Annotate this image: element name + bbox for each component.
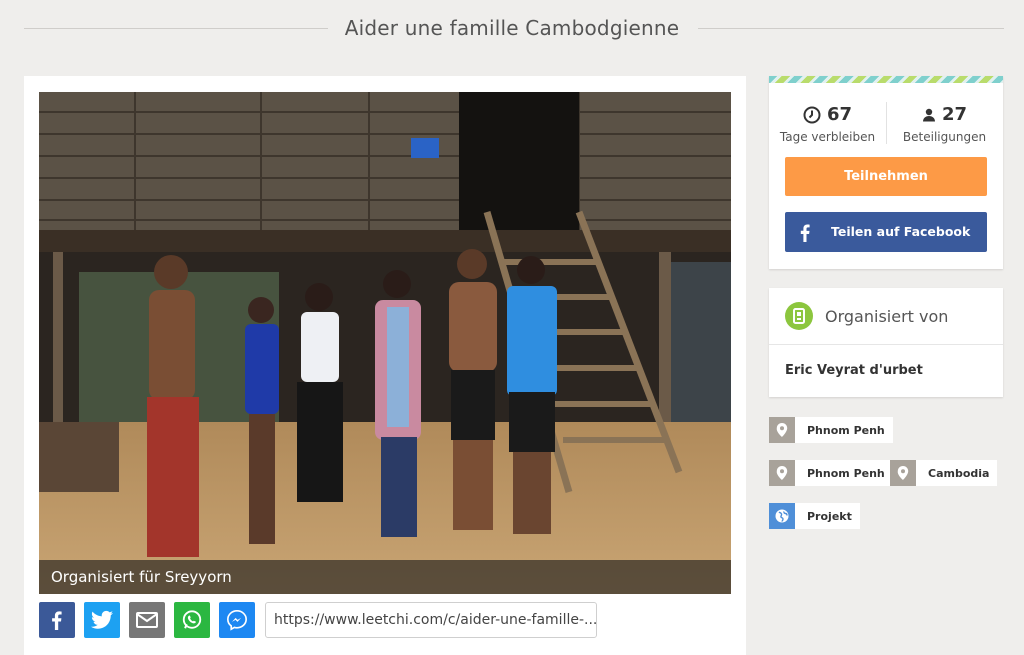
badge-icon xyxy=(785,302,813,330)
clock-icon xyxy=(803,106,821,123)
share-on-facebook-button[interactable]: Teilen auf Facebook xyxy=(785,212,987,252)
tag-label: Phnom Penh xyxy=(807,423,885,437)
stats-card: 67 Tage verbleiben 27 Beteiligungen Teil… xyxy=(769,76,1003,269)
participants-label: Beteiligungen xyxy=(902,130,987,144)
share-whatsapp-button[interactable] xyxy=(174,602,210,638)
tag-label: Phnom Penh xyxy=(807,466,885,480)
share-twitter-button[interactable] xyxy=(84,602,120,638)
location-pin-icon xyxy=(769,417,795,443)
facebook-button-label: Teilen auf Facebook xyxy=(831,224,971,239)
twitter-icon xyxy=(91,610,113,629)
campaign-card: Organisiert für Sreyyorn https://www.lee… xyxy=(24,76,746,655)
decorative-stripe xyxy=(769,76,1003,83)
organizer-title: Organisiert von xyxy=(825,307,949,326)
share-messenger-button[interactable] xyxy=(219,602,255,638)
location-pin-icon xyxy=(890,460,916,486)
participants-value: 27 xyxy=(941,104,968,125)
page-header: Aider une famille Cambodgienne xyxy=(0,14,1024,44)
organizer-card: Organisiert von Eric Veyrat d'urbet xyxy=(769,288,1003,397)
share-bar: https://www.leetchi.com/c/aider-une-fami… xyxy=(39,602,739,638)
facebook-icon xyxy=(52,611,62,630)
share-facebook-button[interactable] xyxy=(39,602,75,638)
share-link-field[interactable]: https://www.leetchi.com/c/aider-une-fami… xyxy=(265,602,597,638)
tag-label: Projekt xyxy=(807,509,852,523)
family-photo-illustration xyxy=(39,92,731,594)
campaign-photo[interactable]: Organisiert für Sreyyorn xyxy=(39,92,731,594)
participants-stat: 27 Beteiligungen xyxy=(886,104,1003,144)
tag-location-2[interactable]: Phnom Penh xyxy=(769,460,893,486)
location-pin-icon xyxy=(769,460,795,486)
title-divider-right xyxy=(698,28,1004,29)
days-label: Tage verbleiben xyxy=(779,130,876,144)
globe-icon xyxy=(769,503,795,529)
tag-location-3[interactable]: Cambodia xyxy=(890,460,998,486)
tag-category[interactable]: Projekt xyxy=(769,503,860,529)
organizer-name[interactable]: Eric Veyrat d'urbet xyxy=(785,363,923,378)
days-remaining-stat: 67 Tage verbleiben xyxy=(769,104,886,144)
photo-caption: Organisiert für Sreyyorn xyxy=(39,560,731,594)
tag-label: Cambodia xyxy=(928,466,990,480)
whatsapp-icon xyxy=(182,610,202,629)
share-email-button[interactable] xyxy=(129,602,165,638)
messenger-icon xyxy=(227,610,247,631)
facebook-icon xyxy=(799,212,811,267)
organizer-header: Organisiert von xyxy=(769,288,1003,345)
person-icon xyxy=(922,108,935,121)
days-value: 67 xyxy=(826,104,853,125)
tag-location-1[interactable]: Phnom Penh xyxy=(769,417,893,443)
participate-button[interactable]: Teilnehmen xyxy=(785,157,987,196)
mail-icon xyxy=(136,612,158,628)
